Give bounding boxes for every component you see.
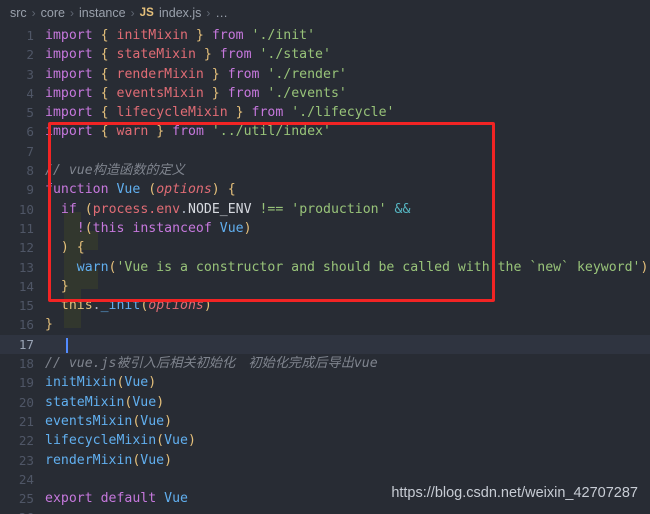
line-number: 15	[18, 298, 34, 314]
line-number: 6	[26, 124, 34, 140]
code-editor[interactable]: 1 import { initMixin } from './init' 2 i…	[0, 26, 650, 514]
line-number: 12	[18, 240, 34, 256]
breadcrumb-item-instance[interactable]: instance	[79, 6, 126, 20]
line-content[interactable]: }	[45, 277, 650, 296]
code-line[interactable]: 14 }	[0, 277, 650, 296]
line-number: 11	[18, 220, 34, 236]
line-number: 9	[26, 182, 34, 198]
line-content[interactable]: import { initMixin } from './init'	[45, 26, 650, 45]
chevron-right-icon: ›	[31, 6, 36, 20]
line-number: 19	[18, 375, 34, 391]
code-line[interactable]: 12 ) {	[0, 238, 650, 257]
line-content[interactable]: import { renderMixin } from './render'	[45, 65, 650, 84]
line-number: 8	[26, 163, 34, 179]
line-number: 4	[26, 85, 34, 101]
line-number: 24	[18, 471, 34, 487]
line-number: 26	[0, 508, 45, 514]
code-lines: 1 import { initMixin } from './init' 2 i…	[0, 26, 650, 514]
line-content[interactable]: stateMixin(Vue)	[45, 393, 650, 412]
line-content[interactable]: if (process.env.NODE_ENV !== 'production…	[45, 200, 650, 219]
line-content[interactable]: !(this instanceof Vue)	[45, 219, 650, 238]
line-number: 16	[18, 317, 34, 333]
chevron-right-icon: ›	[70, 6, 74, 20]
line-number: 21	[18, 413, 34, 429]
code-line[interactable]: 1 import { initMixin } from './init'	[0, 26, 650, 45]
line-number: 3	[26, 66, 34, 82]
code-line[interactable]: 21 eventsMixin(Vue)	[0, 412, 650, 431]
line-content[interactable]: renderMixin(Vue)	[45, 451, 650, 470]
code-line[interactable]: 8 // vue构造函数的定义	[0, 161, 650, 180]
line-number: 25	[18, 491, 34, 507]
code-line[interactable]: 20 stateMixin(Vue)	[0, 393, 650, 412]
breadcrumb-item-symbols[interactable]: …	[215, 6, 228, 20]
line-number: 5	[26, 105, 34, 121]
line-content[interactable]: import { lifecycleMixin } from './lifecy…	[45, 103, 650, 122]
code-line[interactable]: 19 initMixin(Vue)	[0, 373, 650, 392]
line-content[interactable]: warn('Vue is a constructor and should be…	[45, 258, 650, 277]
code-line[interactable]: 9 function Vue (options) {	[0, 180, 650, 199]
code-line-active[interactable]: 17	[0, 334, 650, 355]
line-number: 7	[26, 143, 34, 159]
code-line[interactable]: 7	[0, 142, 650, 161]
code-line[interactable]: 4 import { eventsMixin } from './events'	[0, 84, 650, 103]
code-line[interactable]: 18 // vue.js被引入后相关初始化 初始化完成后导出vue	[0, 354, 650, 373]
line-content[interactable]: // vue.js被引入后相关初始化 初始化完成后导出vue	[45, 354, 650, 373]
code-line[interactable]: 5 import { lifecycleMixin } from './life…	[0, 103, 650, 122]
line-content[interactable]: initMixin(Vue)	[45, 373, 650, 392]
line-content[interactable]: eventsMixin(Vue)	[45, 412, 650, 431]
line-number: 23	[18, 452, 34, 468]
code-line[interactable]: 10 if (process.env.NODE_ENV !== 'product…	[0, 200, 650, 219]
line-number: 14	[18, 278, 34, 294]
breadcrumb-item-src[interactable]: src	[10, 6, 27, 20]
line-content[interactable]: this._init(options)	[45, 296, 650, 315]
line-number: 2	[26, 47, 34, 63]
code-line[interactable]: 16 }	[0, 315, 650, 334]
code-line[interactable]: 2 import { stateMixin } from './state'	[0, 45, 650, 64]
line-content[interactable]: lifecycleMixin(Vue)	[45, 431, 650, 450]
line-content[interactable]: function Vue (options) {	[45, 180, 650, 199]
line-number: 18	[18, 356, 34, 372]
line-content[interactable]: import { warn } from '../util/index'	[45, 122, 650, 141]
watermark-url: https://blog.csdn.net/weixin_42707287	[391, 485, 638, 501]
text-cursor	[66, 337, 68, 353]
code-line[interactable]: 3 import { renderMixin } from './render'	[0, 65, 650, 84]
line-number: 20	[18, 394, 34, 410]
line-content[interactable]: ) {	[45, 238, 650, 257]
line-content[interactable]: // vue构造函数的定义	[45, 161, 650, 180]
code-line[interactable]: 23 renderMixin(Vue)	[0, 451, 650, 470]
line-number: 10	[18, 201, 34, 217]
code-line[interactable]: 11 !(this instanceof Vue)	[0, 219, 650, 238]
vscode-editor-window: src › core › instance › JS index.js › … …	[0, 0, 650, 514]
line-content[interactable]: import { eventsMixin } from './events'	[45, 84, 650, 103]
line-number-active: 17	[18, 336, 34, 352]
javascript-file-icon: JS	[139, 7, 155, 19]
code-line[interactable]: 13 warn('Vue is a constructor and should…	[0, 258, 650, 277]
breadcrumb-item-file[interactable]: index.js	[159, 6, 201, 20]
breadcrumb-item-core[interactable]: core	[41, 6, 65, 20]
line-number: 1	[26, 28, 34, 43]
line-number: 13	[18, 259, 34, 275]
line-content[interactable]: import { stateMixin } from './state'	[45, 45, 650, 64]
chevron-right-icon: ›	[130, 6, 135, 20]
line-number: 22	[18, 433, 34, 449]
breadcrumb[interactable]: src › core › instance › JS index.js › …	[0, 0, 650, 26]
code-line[interactable]: 22 lifecycleMixin(Vue)	[0, 431, 650, 450]
line-content[interactable]: }	[45, 315, 650, 334]
code-line[interactable]: 6 import { warn } from '../util/index'	[0, 122, 650, 141]
code-line[interactable]: 15 this._init(options)	[0, 296, 650, 315]
code-line[interactable]: 26	[0, 508, 650, 514]
chevron-right-icon: ›	[206, 6, 211, 20]
